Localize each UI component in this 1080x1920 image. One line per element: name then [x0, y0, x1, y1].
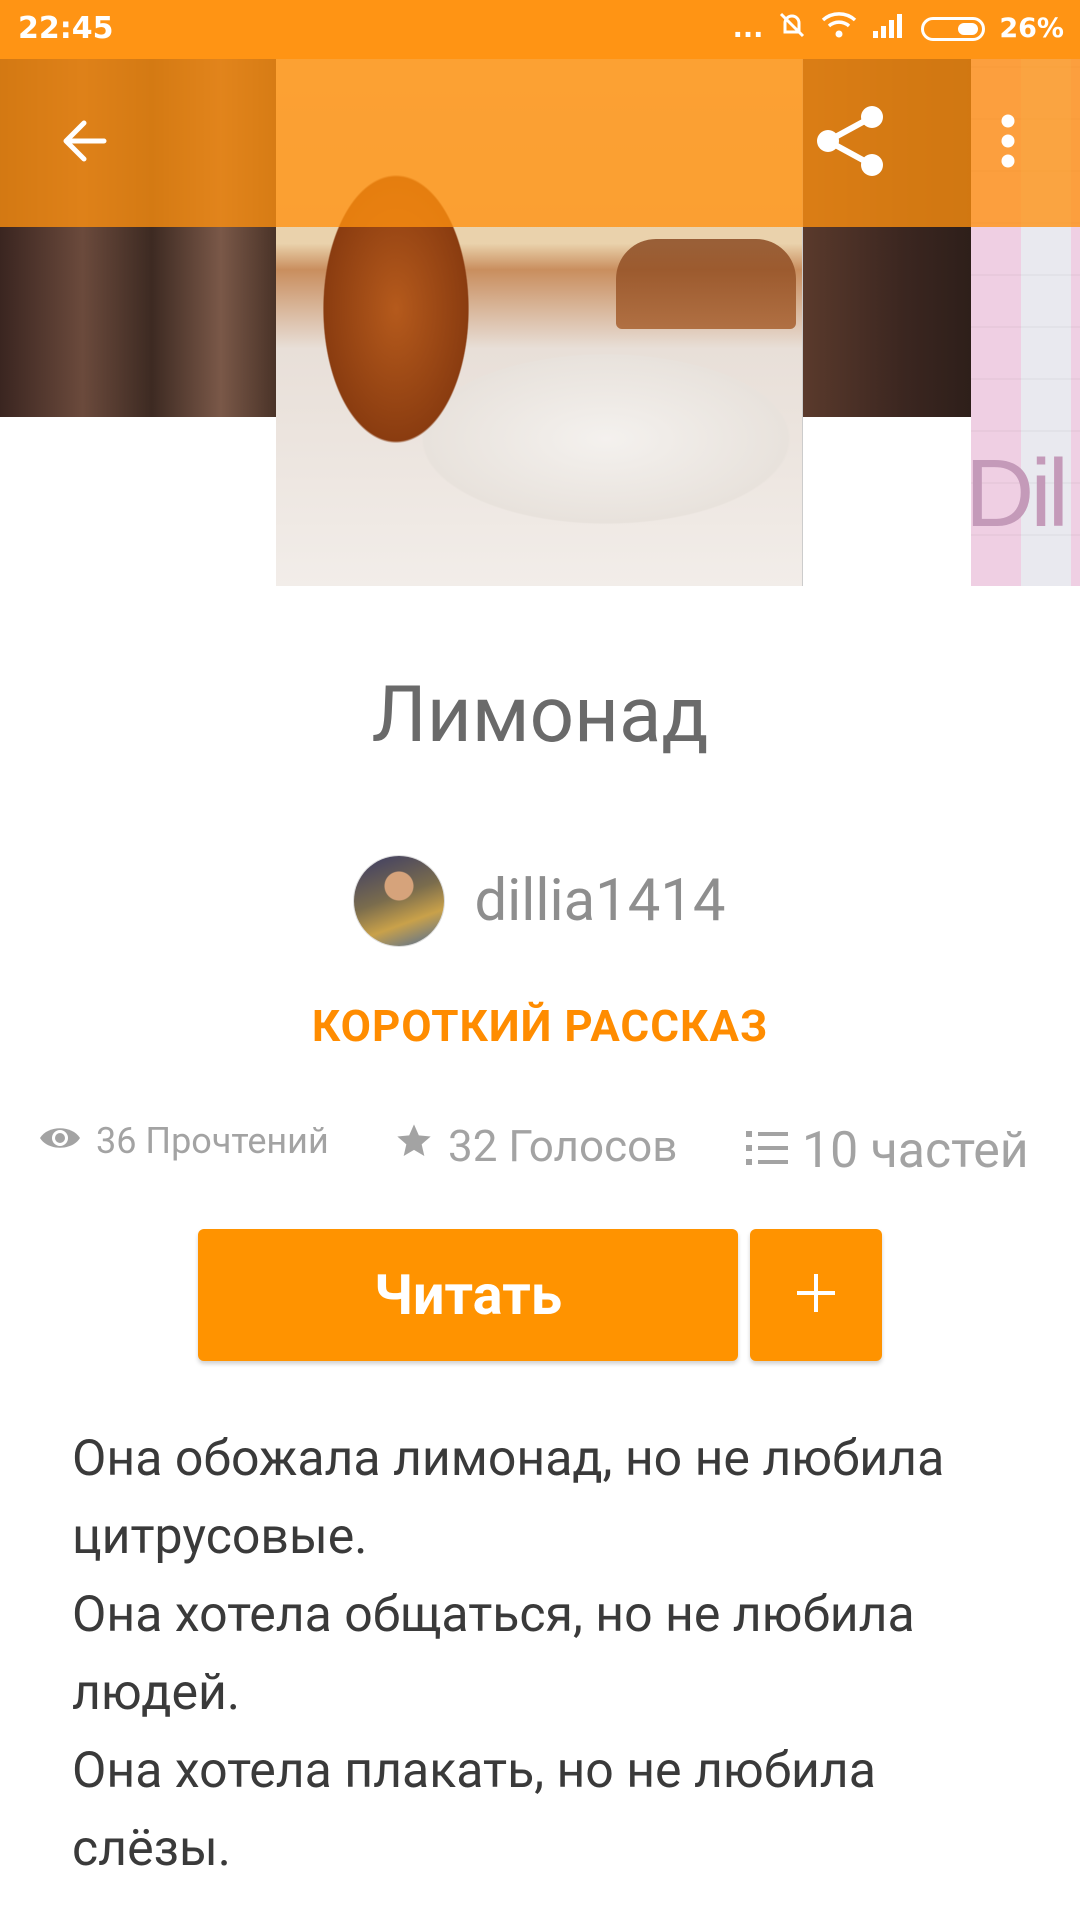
description-line: Она хотела общаться, но не любила людей. — [72, 1586, 915, 1722]
read-button[interactable]: Читать — [198, 1229, 738, 1361]
reads-count: 36 Прочтений — [96, 1120, 329, 1162]
next-cover-text: Dil — [965, 440, 1069, 547]
notification-dots: ... — [732, 13, 764, 44]
battery-percent: 26% — [999, 13, 1064, 44]
star-icon — [394, 1120, 448, 1172]
votes-count: 32 Голосов — [448, 1120, 678, 1172]
parts-stat: 10 частей — [746, 1122, 1029, 1180]
list-icon — [746, 1122, 802, 1180]
app-bar — [0, 59, 1080, 227]
wifi-icon — [821, 11, 857, 46]
signal-icon — [871, 11, 907, 46]
story-title: Лимонад — [371, 670, 709, 761]
story-stats: 36 Прочтений 32 Голосов 10 частей — [0, 1110, 1080, 1190]
avatar[interactable] — [354, 856, 445, 946]
battery-icon — [921, 16, 986, 41]
add-to-library-button[interactable] — [750, 1229, 882, 1361]
more-options-button[interactable] — [948, 59, 1068, 227]
parts-count: 10 частей — [802, 1122, 1029, 1180]
mute-icon — [777, 10, 807, 47]
author-row[interactable]: dillia1414 — [0, 856, 1080, 946]
back-button[interactable] — [24, 59, 144, 227]
story-description: Она обожала лимонад, но не любила цитрус… — [72, 1420, 1032, 1888]
more-vert-icon — [1000, 113, 1016, 173]
description-line: Она хотела плакать, но не любила слёзы. — [72, 1742, 876, 1878]
eye-icon — [38, 1120, 96, 1162]
reads-stat: 36 Прочтений — [38, 1120, 329, 1162]
status-icons: ... 26% — [733, 10, 1064, 47]
plus-icon — [795, 1272, 837, 1318]
votes-stat: 32 Голосов — [394, 1120, 677, 1172]
share-button[interactable] — [790, 59, 910, 227]
status-time: 22:45 — [18, 11, 114, 46]
share-icon — [812, 103, 888, 183]
status-bar: 22:45 ... 26% — [0, 0, 1080, 59]
description-line: Она обожала лимонад, но не любила цитрус… — [72, 1430, 945, 1566]
story-category[interactable]: КОРОТКИЙ РАССКАЗ — [0, 1000, 1080, 1052]
author-name[interactable]: dillia1414 — [474, 867, 725, 935]
arrow-left-icon — [58, 115, 110, 171]
